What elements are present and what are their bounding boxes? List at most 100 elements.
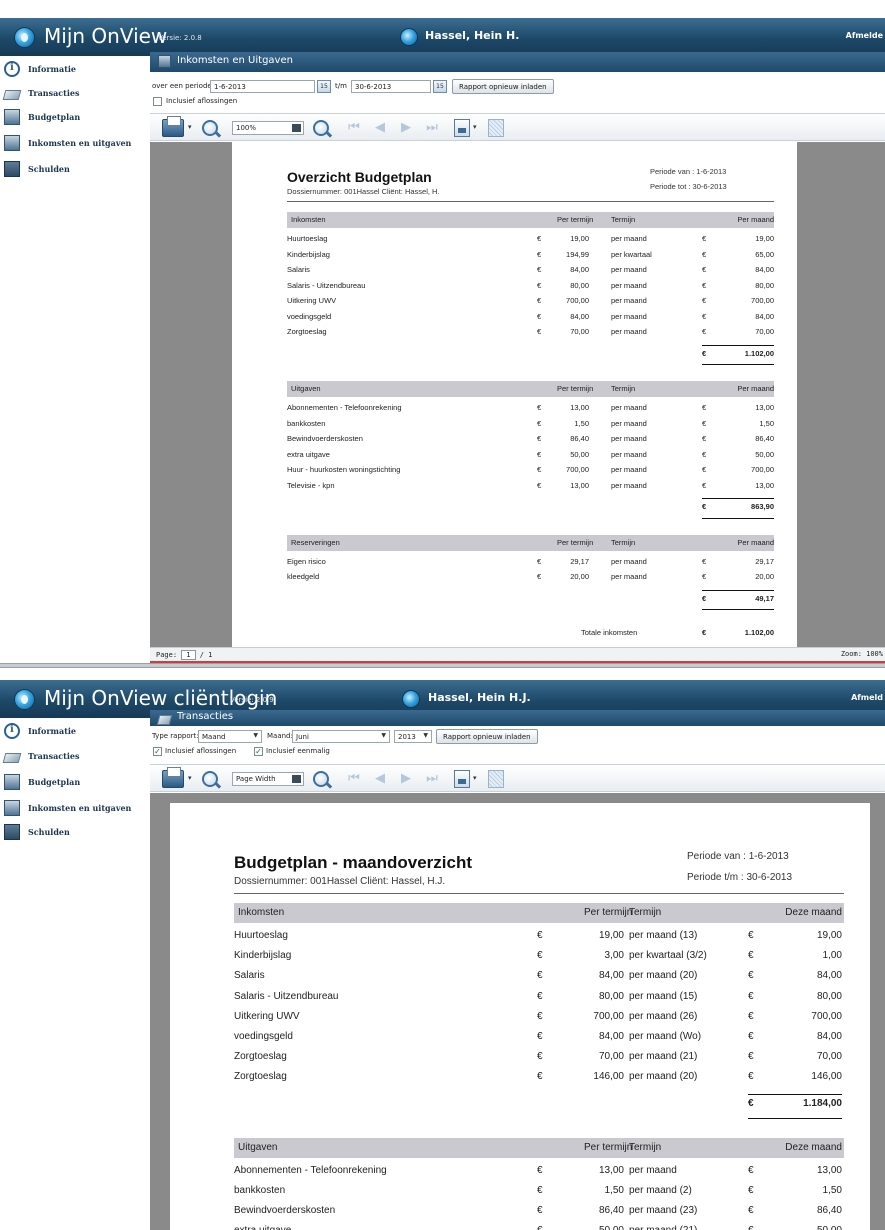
tab-transacties[interactable]: Transacties: [150, 710, 885, 726]
export-icon[interactable]: [454, 770, 470, 788]
chevron-down-icon[interactable]: ▾: [473, 123, 477, 141]
incl-aflossingen-checkbox[interactable]: ✓: [153, 747, 162, 756]
print-icon[interactable]: [162, 767, 184, 788]
sidebar-item-informatie[interactable]: Informatie: [4, 59, 76, 79]
type-rapport-select[interactable]: Maand ▼: [198, 730, 262, 743]
filter-bar: Type rapport: Maand ▼ Maand: Juni ▼ 2013 ▼ …: [150, 726, 885, 760]
incl-aflossingen-checkbox[interactable]: [153, 97, 162, 106]
col-per-termijn: Per termijn: [557, 215, 594, 224]
document-map-icon[interactable]: [488, 119, 504, 137]
currency-symbol: €: [748, 1031, 754, 1042]
report-toolbar: ▾ Page Width ⏮ ◀ ▶ ⏭ ▾: [150, 764, 885, 792]
row-description: Huurtoeslag: [287, 234, 328, 243]
zoom-out-icon[interactable]: [202, 771, 218, 787]
logout-link[interactable]: Afmeld: [851, 693, 883, 702]
calendar-icon[interactable]: 15: [317, 80, 331, 93]
row-amount: 70,00: [598, 1051, 624, 1063]
chevron-down-icon[interactable]: ▾: [473, 774, 477, 792]
report-page: Budgetplan - maandoverzicht Dossiernummer…: [170, 803, 870, 1230]
row-termijn: per maand (2): [629, 1185, 692, 1196]
row-amount: 700,00: [566, 296, 589, 305]
book-icon: [4, 161, 20, 177]
zoom-select[interactable]: 100%: [232, 121, 304, 135]
row-amount: 86,40: [570, 434, 589, 443]
last-page-icon[interactable]: ⏭: [424, 120, 440, 136]
last-page-icon[interactable]: ⏭: [424, 771, 440, 787]
zoom-select[interactable]: Page Width: [232, 772, 304, 786]
row-termijn: per maand: [629, 1164, 677, 1176]
chevron-down-icon[interactable]: ▾: [188, 774, 192, 792]
document-icon: [4, 135, 20, 151]
report-subtitle: Dossiernummer: 001Hassel Cliënt: Hassel,…: [287, 187, 440, 196]
previous-page-icon[interactable]: ◀: [372, 120, 388, 136]
currency-symbol: €: [748, 990, 754, 1002]
reload-report-button[interactable]: Rapport opnieuw inladen: [452, 79, 554, 94]
report-title: Budgetplan - maandoverzicht: [234, 853, 473, 872]
next-page-icon[interactable]: ▶: [398, 120, 414, 136]
row-amount: 700,00: [566, 465, 589, 474]
maand-value: Juni: [296, 733, 309, 741]
sidebar-item-schulden[interactable]: Schulden: [4, 159, 70, 179]
period-from: Periode van : 1-6-2013: [650, 167, 727, 176]
sidebar-item-inkomsten-en-uitgaven[interactable]: Inkomsten en uitgaven: [4, 133, 131, 153]
calendar-icon[interactable]: 15: [433, 80, 447, 93]
zoom-in-icon[interactable]: [313, 771, 329, 787]
card-icon: [2, 752, 22, 763]
row-termijn: per maand (20): [629, 1071, 698, 1083]
reload-report-button[interactable]: Rapport opnieuw inladen: [436, 729, 538, 744]
sidebar-item-schulden[interactable]: Schulden: [4, 822, 70, 842]
sidebar-item-informatie[interactable]: Informatie: [4, 721, 76, 741]
currency-symbol: €: [748, 1010, 754, 1022]
currency-symbol: €: [537, 1071, 543, 1083]
row-amount: 3,00: [604, 950, 624, 962]
document-map-icon[interactable]: [488, 770, 504, 788]
grand-total-label: Totale inkomsten: [581, 628, 638, 637]
page-number-input[interactable]: 1: [181, 650, 196, 660]
row-description: Kinderbijslag: [287, 249, 330, 259]
sidebar-item-transacties[interactable]: Transacties: [2, 83, 79, 103]
logout-link[interactable]: Afmelde: [846, 31, 883, 40]
row-monthly: 1,50: [759, 418, 774, 428]
chevron-down-icon[interactable]: ▾: [188, 123, 192, 141]
grand-total: 1.102,00: [744, 628, 774, 637]
currency-symbol: €: [537, 1185, 543, 1196]
sidebar-item-budgetplan[interactable]: Budgetplan: [4, 772, 80, 792]
print-icon[interactable]: [162, 116, 184, 137]
sidebar-item-transacties[interactable]: Transacties: [2, 746, 79, 766]
next-page-icon[interactable]: ▶: [398, 771, 414, 787]
sidebar-item-inkomsten-en-uitgaven[interactable]: Inkomsten en uitgaven: [4, 798, 131, 818]
row-monthly: 700,00: [751, 465, 774, 474]
zoom-out-icon[interactable]: [202, 120, 218, 136]
row-amount: 194,99: [566, 249, 589, 259]
section-title: Reserveringen: [291, 537, 340, 547]
screenshot-budgetplan-overview: Mijn OnView Versie: 2.0.8 Hassel, Hein H…: [0, 0, 885, 663]
previous-page-icon[interactable]: ◀: [372, 771, 388, 787]
row-description: Abonnementen - Telefoonrekening: [234, 1164, 387, 1176]
zoom-in-icon[interactable]: [313, 120, 329, 136]
sidebar: Informatie Transacties Budgetplan Inkoms…: [0, 56, 150, 663]
row-monthly: 50,00: [772, 1225, 842, 1230]
tab-inkomsten-en-uitgaven[interactable]: Inkomsten en Uitgaven: [150, 52, 885, 72]
maand-select[interactable]: Juni ▼: [292, 730, 390, 743]
section-title: Inkomsten: [238, 907, 285, 918]
date-from-input[interactable]: 1-6-2013: [210, 80, 315, 93]
sidebar-item-budgetplan[interactable]: Budgetplan: [4, 107, 80, 127]
col-per-maand: Per maand: [737, 384, 774, 393]
dropdown-icon: [292, 124, 301, 132]
year-select[interactable]: 2013 ▼: [394, 730, 432, 743]
first-page-icon[interactable]: ⏮: [346, 120, 362, 136]
currency-symbol: €: [748, 970, 754, 982]
row-monthly: 70,00: [755, 327, 774, 336]
row-description: Bewindvoerderskosten: [287, 434, 363, 443]
date-to-input[interactable]: 30-6-2013: [351, 80, 431, 93]
first-page-icon[interactable]: ⏮: [346, 771, 362, 787]
incl-eenmalig-checkbox[interactable]: ✓: [254, 747, 263, 756]
export-icon[interactable]: [454, 119, 470, 137]
row-monthly: 80,00: [816, 990, 842, 1002]
row-monthly: 1,50: [822, 1185, 842, 1196]
row-amount: 84,00: [598, 970, 624, 982]
row-amount: 84,00: [570, 311, 589, 321]
row-monthly: 700,00: [811, 1010, 842, 1022]
section-total: 863,90: [751, 502, 774, 511]
type-rapport-label: Type rapport:: [152, 732, 199, 740]
